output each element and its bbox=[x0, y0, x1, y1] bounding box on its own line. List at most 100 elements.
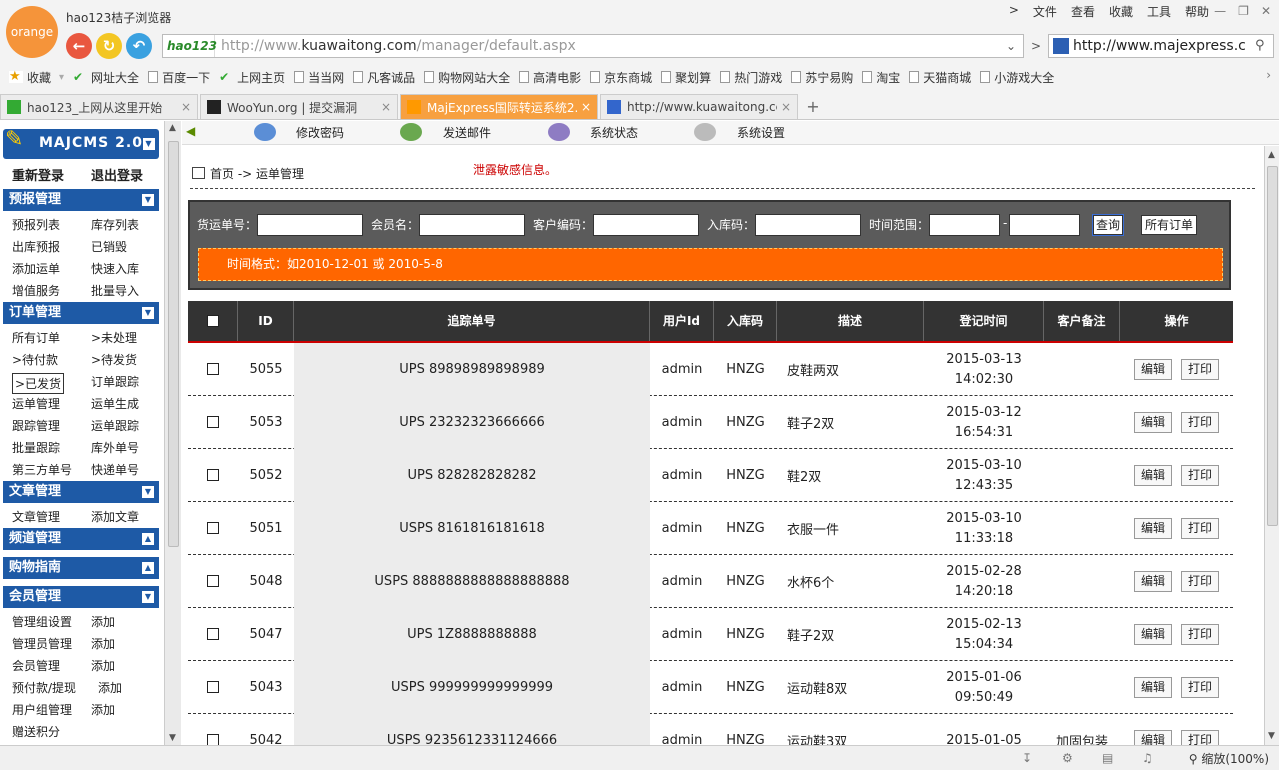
search-engine-icon[interactable] bbox=[1053, 38, 1069, 54]
bookmark-item[interactable]: 聚划算 bbox=[661, 69, 711, 86]
sidebar-item[interactable]: 会员管理 bbox=[12, 657, 60, 674]
sidebar-item[interactable]: 快速入库 bbox=[91, 260, 139, 277]
sidebar-item[interactable]: 管理组设置 bbox=[12, 613, 72, 630]
sidebar-item[interactable]: 添加文章 bbox=[91, 508, 139, 525]
content-scrollbar[interactable]: ▲ ▼ bbox=[1264, 146, 1279, 745]
row-checkbox[interactable] bbox=[207, 416, 219, 428]
search-input[interactable]: http://www.majexpress.c bbox=[1048, 34, 1274, 58]
customer-input[interactable] bbox=[593, 214, 699, 236]
bookmark-item[interactable]: ✔ 上网主页 bbox=[219, 69, 285, 86]
undo-icon[interactable]: ↶ bbox=[126, 33, 152, 59]
chevron-down-icon[interactable]: ▾ bbox=[59, 72, 64, 83]
sidebar-item[interactable]: 管理员管理 bbox=[12, 635, 72, 652]
toolbar-change-password[interactable]: 修改密码 bbox=[296, 124, 344, 141]
edit-button[interactable]: 编辑 bbox=[1134, 412, 1173, 433]
bookmark-item[interactable]: 天猫商城 bbox=[909, 69, 971, 86]
chevron-down-icon[interactable]: ▼ bbox=[142, 591, 154, 603]
sidebar-item[interactable]: 文章管理 bbox=[12, 508, 60, 525]
print-button[interactable]: 打印 bbox=[1181, 412, 1220, 433]
toolbar-system-status[interactable]: 系统状态 bbox=[590, 124, 638, 141]
row-checkbox[interactable] bbox=[207, 628, 219, 640]
menu-item-tools[interactable]: 工具 bbox=[1147, 3, 1171, 20]
sidebar-section-header[interactable]: 订单管理 ▼ bbox=[3, 302, 159, 324]
sidebar-item[interactable]: 增值服务 bbox=[12, 282, 60, 299]
back-icon[interactable]: ← bbox=[66, 33, 92, 59]
row-checkbox[interactable] bbox=[207, 681, 219, 693]
print-button[interactable]: 打印 bbox=[1181, 465, 1220, 486]
scroll-thumb[interactable] bbox=[1267, 166, 1278, 526]
restore-icon[interactable]: ❐ bbox=[1238, 4, 1249, 18]
row-checkbox[interactable] bbox=[207, 363, 219, 375]
menu-item-view[interactable]: 查看 bbox=[1071, 3, 1095, 20]
screen-icon[interactable]: ▤ bbox=[1102, 751, 1118, 765]
bookmark-item[interactable]: ✔ 网址大全 bbox=[73, 69, 139, 86]
toolbar-send-mail[interactable]: 发送邮件 bbox=[443, 124, 491, 141]
back-arrow-icon[interactable]: ◀ bbox=[186, 124, 195, 138]
sidebar-item[interactable]: >未处理 bbox=[91, 329, 137, 346]
print-button[interactable]: 打印 bbox=[1181, 518, 1220, 539]
browser-tab[interactable]: hao123_上网从这里开始 × bbox=[0, 94, 198, 119]
bookmark-item[interactable]: 凡客诚品 bbox=[353, 69, 415, 86]
skin-icon[interactable]: ☟ bbox=[1195, 4, 1202, 18]
sidebar-item[interactable]: 添加 bbox=[98, 679, 122, 696]
bookmark-item[interactable]: 高清电影 bbox=[519, 69, 581, 86]
close-window-icon[interactable]: ✕ bbox=[1261, 4, 1271, 18]
sidebar-item[interactable]: 所有订单 bbox=[12, 329, 60, 346]
sidebar-item[interactable]: 赠送积分 bbox=[12, 723, 60, 740]
browser-tab[interactable]: http://www.kuawaitong.cc × bbox=[600, 94, 798, 119]
sidebar-item[interactable]: >已发货 bbox=[12, 373, 65, 394]
close-tab-icon[interactable]: × bbox=[781, 100, 791, 114]
bookmark-item[interactable]: 购物网站大全 bbox=[424, 69, 510, 86]
browser-tab[interactable]: MajExpress国际转运系统2.5 × bbox=[400, 94, 598, 119]
edit-button[interactable]: 编辑 bbox=[1134, 571, 1173, 592]
chevron-down-icon[interactable]: ▼ bbox=[143, 138, 155, 150]
sidebar-item[interactable]: 添加运单 bbox=[12, 260, 60, 277]
col-note[interactable]: 客户备注 bbox=[1044, 301, 1120, 341]
sidebar-item[interactable]: 库存列表 bbox=[91, 216, 139, 233]
bookmark-item[interactable]: 小游戏大全 bbox=[980, 69, 1054, 86]
menu-chevron-icon[interactable]: > bbox=[1009, 3, 1019, 20]
sidebar-item[interactable]: 添加 bbox=[91, 635, 115, 652]
sidebar-section-header[interactable]: 会员管理 ▼ bbox=[3, 586, 159, 608]
edit-button[interactable]: 编辑 bbox=[1134, 677, 1173, 698]
sidebar-item[interactable]: 添加 bbox=[91, 701, 115, 718]
col-description[interactable]: 描述 bbox=[777, 301, 924, 341]
print-button[interactable]: 打印 bbox=[1181, 359, 1220, 380]
col-registered[interactable]: 登记时间 bbox=[924, 301, 1044, 341]
toolbar-system-settings[interactable]: 系统设置 bbox=[737, 124, 785, 141]
chevron-down-icon[interactable]: ▼ bbox=[142, 307, 154, 319]
bookmark-item[interactable]: 百度一下 bbox=[148, 69, 210, 86]
sidebar-item[interactable]: 已销毁 bbox=[91, 238, 127, 255]
sidebar-item[interactable]: >待付款 bbox=[12, 351, 58, 368]
volume-icon[interactable]: ♫ bbox=[1142, 751, 1158, 765]
col-id[interactable]: ID bbox=[238, 301, 294, 341]
sidebar-item[interactable]: 用户组管理 bbox=[12, 701, 72, 718]
row-checkbox[interactable] bbox=[207, 575, 219, 587]
sidebar-section-header[interactable]: 频道管理 ▲ bbox=[3, 528, 159, 550]
search-icon[interactable]: ⚲ bbox=[1255, 38, 1271, 54]
bookmark-item[interactable]: 京东商城 bbox=[590, 69, 652, 86]
sidebar-item[interactable]: 出库预报 bbox=[12, 238, 60, 255]
browser-tab[interactable]: WooYun.org | 提交漏洞 × bbox=[200, 94, 398, 119]
sidebar-item[interactable]: 订单跟踪 bbox=[91, 373, 139, 390]
col-code[interactable]: 入库码 bbox=[714, 301, 777, 341]
date-to-input[interactable] bbox=[1009, 214, 1080, 236]
sidebar-item[interactable]: 运单生成 bbox=[91, 395, 139, 412]
sidebar-item[interactable]: 快递单号 bbox=[91, 461, 139, 478]
sidebar-item[interactable]: >待发货 bbox=[91, 351, 137, 368]
sidebar-section-header[interactable]: 预报管理 ▼ bbox=[3, 189, 159, 211]
date-from-input[interactable] bbox=[929, 214, 1000, 236]
row-checkbox[interactable] bbox=[207, 522, 219, 534]
print-button[interactable]: 打印 bbox=[1181, 624, 1220, 645]
scroll-down-icon[interactable]: ▼ bbox=[169, 733, 176, 743]
relogin-link[interactable]: 重新登录 bbox=[12, 165, 64, 184]
query-button[interactable]: 查询 bbox=[1092, 214, 1124, 236]
bookmark-item[interactable]: 热门游戏 bbox=[720, 69, 782, 86]
bookmark-item[interactable]: 淘宝 bbox=[862, 69, 900, 86]
print-button[interactable]: 打印 bbox=[1181, 730, 1220, 745]
sidebar-item[interactable]: 跟踪管理 bbox=[12, 417, 60, 434]
print-button[interactable]: 打印 bbox=[1181, 677, 1220, 698]
refresh-icon[interactable]: ↻ bbox=[96, 33, 122, 59]
new-tab-button[interactable]: + bbox=[800, 94, 826, 119]
scroll-thumb[interactable] bbox=[168, 141, 179, 547]
